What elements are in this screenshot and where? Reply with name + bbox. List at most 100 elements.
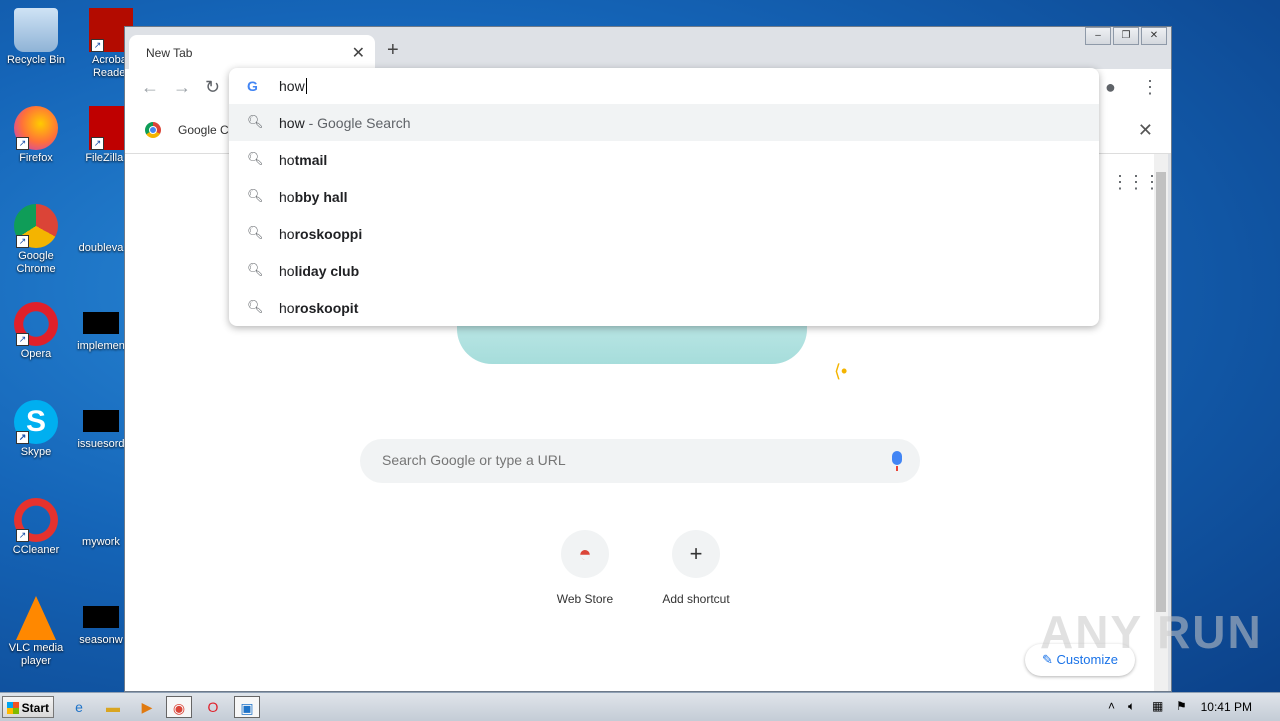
file-icon [83,606,119,628]
omnibox[interactable]: G how [229,68,1099,104]
google-g-icon: G [247,78,258,94]
suggestion-typed: ho [279,226,295,242]
omnibox-text[interactable]: how [279,78,307,94]
scrollbar-thumb[interactable] [1156,172,1166,612]
suggestion-item[interactable]: 🔍︎ how - Google Search [229,104,1099,141]
desktop-icon-label: CCleaner [12,544,60,556]
menu-icon[interactable]: ⋮ [1141,77,1159,98]
volume-icon[interactable]: 🔈︎ [1128,699,1135,714]
suggestion-item[interactable]: 🔍︎ hobby hall [229,178,1099,215]
suggestion-completion: tmail [294,152,328,168]
show-hidden-icons-icon[interactable]: ˄ [1108,699,1115,713]
clock[interactable]: 10:41 PM [1201,700,1252,714]
anyrun-watermark: ANY RUN [1040,606,1263,658]
suggestion-completion: roskooppi [294,226,363,242]
desktop-icon-chrome[interactable]: ↗ Google Chrome [1,204,71,276]
desktop-icon-label: Opera [20,348,52,360]
suggestion-typed: ho [279,152,295,168]
desktop-icon-label: seasonw [79,634,123,646]
action-center-flag-icon[interactable]: ⚑ [1176,699,1187,713]
desktop-icon-label: mywork [82,536,120,548]
network-icon[interactable]: ▦ [1152,699,1163,713]
suggestion-completion: roskoopit [294,300,359,316]
file-icon [83,410,119,432]
suggestion-completion: bby hall [294,189,348,205]
taskbar: Start e ▬ ▶ ◉ O ▣ ˄ 🔈︎ ▦ ⚑ 10:41 PM [0,692,1280,721]
suggestion-completion: liday club [294,263,360,279]
vlc-icon [16,596,56,640]
search-icon: 🔍︎ [247,299,264,314]
suggestion-item[interactable]: 🔍︎ horoskooppi [229,215,1099,252]
opera-icon: ↗ [14,302,58,346]
close-window-button[interactable]: ✕ [1141,27,1167,45]
desktop-icon-label: doubleva [78,242,124,254]
desktop-icon-vlc[interactable]: VLC media player [1,596,71,668]
tab-title: New Tab [146,46,193,60]
file-icon [83,312,119,334]
firefox-icon: ↗ [14,106,58,150]
desktop-icon-skype[interactable]: S ↗ Skype [1,400,71,459]
tab-close-icon[interactable]: ✕ [352,43,365,63]
maximize-button[interactable]: ❐ [1113,27,1139,45]
suggestion-typed: ho [279,189,295,205]
ntp-search-box[interactable] [360,439,920,483]
shortcut-web-store[interactable]: ◓ Web Store [535,530,635,606]
plus-icon: + [672,530,720,578]
chrome-icon [145,122,161,138]
apps-grid-icon[interactable]: ⋮⋮⋮ [1111,172,1161,193]
opera-taskbar-icon[interactable]: O [200,696,226,718]
share-icon[interactable]: ⟨• [834,361,847,382]
chrome-taskbar-icon[interactable]: ◉ [166,696,192,718]
suggestion-typed: ho [279,263,295,279]
search-icon: 🔍︎ [247,262,264,277]
ntp-search-input[interactable] [380,451,864,469]
suggestion-typed: how [279,115,305,131]
suggestion-item[interactable]: 🔍︎ horoskoopit [229,289,1099,326]
search-icon: 🔍︎ [247,114,264,129]
reload-icon[interactable]: ↻ [205,77,220,98]
folder-icon[interactable]: ▬ [100,696,126,718]
desktop-icon-recycle-bin[interactable]: Recycle Bin [1,8,71,67]
file-icon [83,508,119,530]
desktop-icon-label: Recycle Bin [6,54,66,66]
desktop-icon-label: VLC media player [8,642,64,667]
file-icon [83,214,119,236]
new-tab-icon[interactable]: + [387,39,399,62]
shortcut-label: Add shortcut [662,592,730,606]
suggestion-item[interactable]: 🔍︎ hotmail [229,141,1099,178]
microphone-icon[interactable] [892,451,902,471]
info-bar-close-icon[interactable]: ✕ [1138,120,1153,141]
profile-icon[interactable]: ● [1105,77,1116,98]
suggestion-item[interactable]: 🔍︎ holiday club [229,252,1099,289]
remote-desktop-icon[interactable]: ▣ [234,696,260,718]
suggestion-suffix: - Google Search [304,115,411,131]
desktop-icon-label: implemen [77,340,125,352]
shortcut-add[interactable]: + Add shortcut [646,530,746,606]
minimize-button[interactable]: – [1085,27,1111,45]
system-tray: ˄ 🔈︎ ▦ ⚑ 10:41 PM [1100,693,1280,721]
omnibox-dropdown: G how 🔍︎ how - Google Search 🔍︎ hotmail … [229,68,1099,326]
desktop-icon-opera[interactable]: ↗ Opera [1,302,71,361]
desktop-icon-firefox[interactable]: ↗ Firefox [1,106,71,165]
recycle-bin-icon [14,8,58,52]
desktop-icon-label: Skype [20,446,52,458]
shortcut-label: Web Store [556,592,614,606]
back-icon[interactable]: ← [141,77,159,98]
skype-icon: S ↗ [14,400,58,444]
desktop-icon-ccleaner[interactable]: ↗ CCleaner [1,498,71,557]
suggestion-typed: ho [279,300,295,316]
internet-explorer-icon[interactable]: e [66,696,92,718]
web-store-icon: ◓ [561,530,609,578]
search-icon: 🔍︎ [247,151,264,166]
desktop-icon-label: Google Chrome [16,250,56,275]
desktop-icon-label: Firefox [19,152,53,164]
search-icon: 🔍︎ [247,188,264,203]
start-button[interactable]: Start [2,696,54,718]
forward-icon[interactable]: → [173,77,191,98]
tab-new-tab[interactable]: New Tab ✕ [129,35,375,69]
ccleaner-icon: ↗ [14,498,58,542]
chrome-icon: ↗ [14,204,58,248]
search-icon: 🔍︎ [247,225,264,240]
media-player-icon[interactable]: ▶ [134,696,160,718]
info-bar-text: Google Cl [178,123,232,137]
